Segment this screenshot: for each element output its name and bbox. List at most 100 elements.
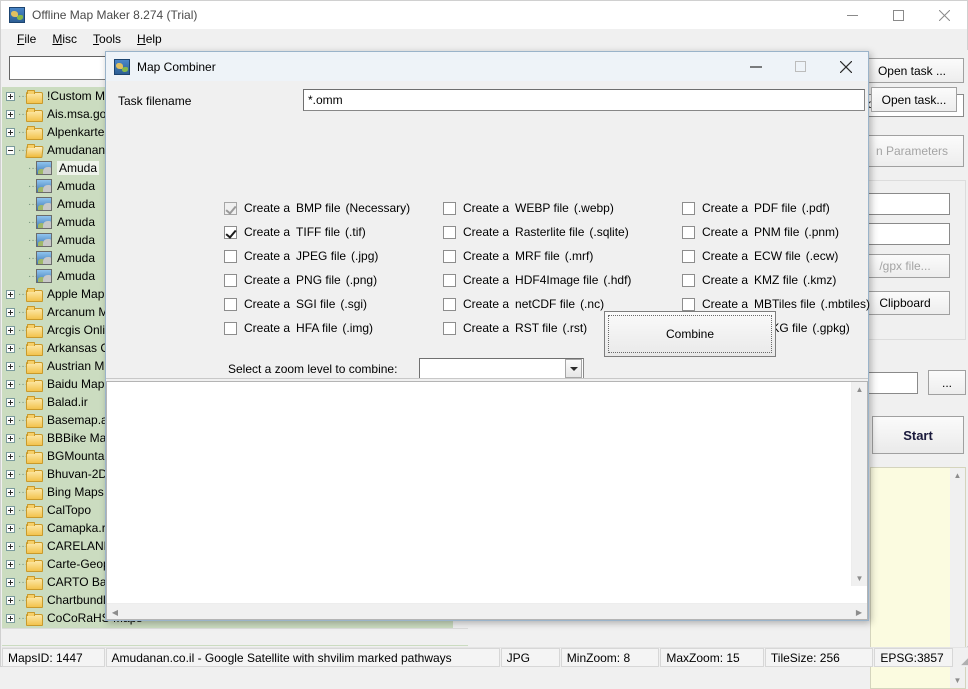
collapse-icon[interactable]: [6, 145, 15, 155]
checkbox-netcdf-file[interactable]: [443, 297, 456, 311]
dialog-open-task-button[interactable]: Open task...: [871, 87, 957, 112]
folder-icon: [26, 449, 43, 464]
close-icon[interactable]: [823, 53, 868, 81]
format-checkbox-row[interactable]: Create a PNG file (.png): [224, 268, 410, 292]
folder-icon: [26, 467, 43, 482]
folder-icon: [26, 125, 43, 140]
scroll-right-icon[interactable]: ▶: [851, 604, 867, 620]
scroll-up-icon[interactable]: ▲: [950, 468, 965, 483]
zoom-level-select[interactable]: [419, 358, 584, 379]
chevron-down-icon[interactable]: [565, 359, 582, 378]
minimize-icon[interactable]: [829, 1, 875, 29]
expand-icon[interactable]: [6, 379, 15, 389]
search-input[interactable]: [9, 56, 113, 80]
checkbox-rst-file[interactable]: [443, 321, 456, 335]
format-checkbox-row[interactable]: Create a WEBP file (.webp): [443, 196, 631, 220]
minimize-icon[interactable]: [733, 53, 778, 81]
expand-icon[interactable]: [6, 595, 15, 605]
folder-icon: [26, 377, 43, 392]
format-checkbox-row[interactable]: Create a Rasterlite file (.sqlite): [443, 220, 631, 244]
checkbox-hfa-file[interactable]: [224, 321, 237, 335]
folder-icon: [26, 539, 43, 554]
expand-icon[interactable]: [6, 325, 15, 335]
format-checkbox-row[interactable]: Create a JPEG file (.jpg): [224, 244, 410, 268]
expand-icon[interactable]: [6, 523, 15, 533]
scroll-left-icon[interactable]: ◀: [107, 604, 123, 620]
status-maps-id: MapsID: 1447: [2, 648, 105, 667]
tree-item-label: BGMountai: [47, 449, 108, 463]
result-horizontal-scrollbar[interactable]: ◀ ▶: [107, 603, 867, 619]
option-field-2[interactable]: [860, 223, 950, 245]
tree-item-label: Carte-Geop: [47, 557, 110, 571]
expand-icon[interactable]: [6, 127, 15, 137]
option-field-1[interactable]: [860, 193, 950, 215]
format-checkbox-row[interactable]: Create a HDF4Image file (.hdf): [443, 268, 631, 292]
tree-item-label: Balad.ir: [47, 395, 88, 409]
scroll-up-icon[interactable]: ▲: [852, 382, 867, 397]
scroll-down-icon[interactable]: ▼: [950, 673, 965, 688]
expand-icon[interactable]: [6, 541, 15, 551]
expand-icon[interactable]: [6, 469, 15, 479]
expand-icon[interactable]: [6, 613, 15, 623]
start-button[interactable]: Start: [872, 416, 964, 454]
scroll-down-icon[interactable]: ▼: [852, 571, 867, 586]
checkbox-kmz-file[interactable]: [682, 273, 695, 287]
menu-tools[interactable]: Tools: [85, 30, 129, 49]
expand-icon[interactable]: [6, 559, 15, 569]
format-checkbox-row[interactable]: Create a SGI file (.sgi): [224, 292, 410, 316]
menu-file[interactable]: File: [9, 30, 44, 49]
expand-icon[interactable]: [6, 433, 15, 443]
close-icon[interactable]: [921, 1, 967, 29]
expand-icon[interactable]: [6, 505, 15, 515]
tree-item-label: Arcanum M: [47, 305, 109, 319]
expand-icon[interactable]: [6, 289, 15, 299]
checkbox-pnm-file[interactable]: [682, 225, 695, 239]
expand-icon[interactable]: [6, 307, 15, 317]
checkbox-label: Create a HDF4Image file (.hdf): [463, 273, 632, 287]
checkbox-jpeg-file[interactable]: [224, 249, 237, 263]
expand-icon[interactable]: [6, 577, 15, 587]
browse-button[interactable]: ...: [928, 370, 966, 395]
expand-icon[interactable]: [6, 109, 15, 119]
combine-button[interactable]: Combine: [604, 311, 776, 357]
checkbox-mrf-file[interactable]: [443, 249, 456, 263]
checkbox-mbtiles-file[interactable]: [682, 297, 695, 311]
format-checkbox-row[interactable]: Create a TIFF file (.tif): [224, 220, 410, 244]
format-checkbox-row[interactable]: Create a BMP file (Necessary): [224, 196, 410, 220]
format-checkbox-row[interactable]: Create a HFA file (.img): [224, 316, 410, 340]
format-checkbox-row[interactable]: Create a MRF file (.mrf): [443, 244, 631, 268]
format-checkbox-row[interactable]: Create a KMZ file (.kmz): [682, 268, 870, 292]
expand-icon[interactable]: [6, 397, 15, 407]
checkbox-webp-file[interactable]: [443, 201, 456, 215]
checkbox-rasterlite-file[interactable]: [443, 225, 456, 239]
checkbox-png-file[interactable]: [224, 273, 237, 287]
format-checkbox-row[interactable]: Create a PNM file (.pnm): [682, 220, 870, 244]
task-filename-input[interactable]: [303, 89, 865, 111]
checkbox-hdf4image-file[interactable]: [443, 273, 456, 287]
expand-icon[interactable]: [6, 415, 15, 425]
tree-connector: ···: [18, 108, 26, 120]
tree-connector: ···: [18, 324, 26, 336]
expand-icon[interactable]: [6, 487, 15, 497]
checkbox-ecw-file[interactable]: [682, 249, 695, 263]
tree-connector: ···: [18, 306, 26, 318]
format-checkbox-row[interactable]: Create a PDF file (.pdf): [682, 196, 870, 220]
tree-horizontal-scrollbar[interactable]: [2, 628, 468, 645]
result-vertical-scrollbar[interactable]: ▲ ▼: [851, 382, 867, 586]
maximize-icon[interactable]: [875, 1, 921, 29]
map-icon: [36, 251, 52, 265]
menu-help[interactable]: Help: [129, 30, 170, 49]
result-list[interactable]: ▲ ▼ ◀ ▶: [106, 381, 868, 620]
resize-grip[interactable]: ◢: [954, 648, 968, 667]
clipboard-button[interactable]: Clipboard: [860, 291, 950, 315]
expand-icon[interactable]: [6, 451, 15, 461]
expand-icon[interactable]: [6, 343, 15, 353]
checkbox-tiff-file[interactable]: [224, 225, 237, 239]
format-checkbox-row[interactable]: Create a ECW file (.ecw): [682, 244, 870, 268]
checkbox-pdf-file[interactable]: [682, 201, 695, 215]
expand-icon[interactable]: [6, 91, 15, 101]
expand-icon[interactable]: [6, 361, 15, 371]
checkbox-sgi-file[interactable]: [224, 297, 237, 311]
menu-misc[interactable]: Misc: [44, 30, 85, 49]
open-task-button[interactable]: Open task ...: [860, 58, 964, 83]
